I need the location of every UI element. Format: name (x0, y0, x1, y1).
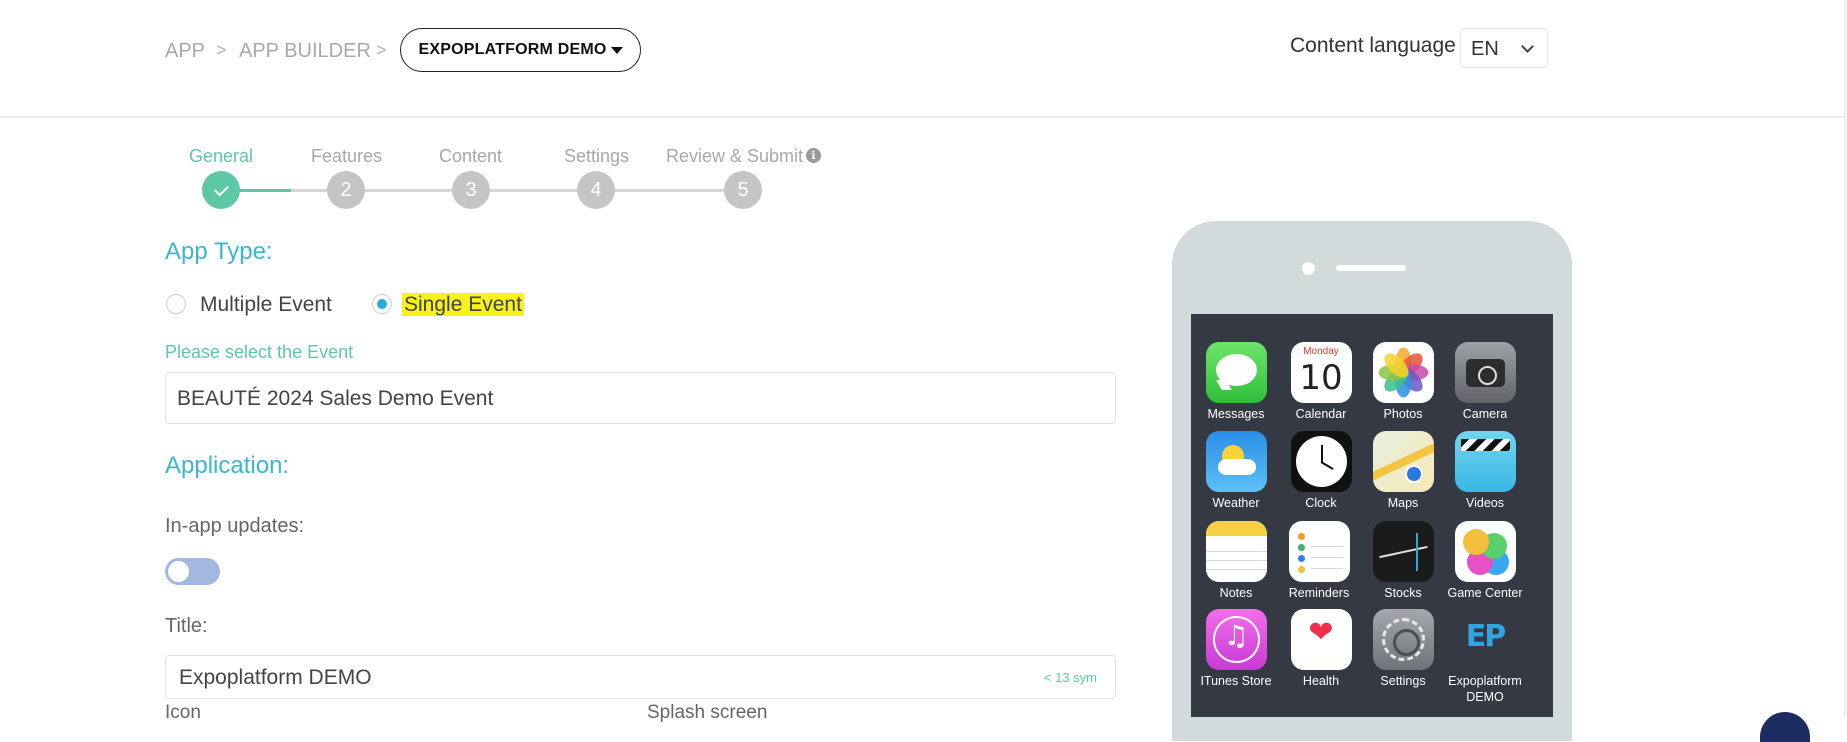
app-label: Calendar (1295, 407, 1347, 421)
step-label-review-submit[interactable]: Review & Submit (666, 146, 803, 167)
content-language-value: EN (1471, 38, 1499, 60)
top-bar: APP > APP BUILDER > EXPOPLATFORM DEMO Co… (0, 0, 1847, 118)
step-circle-content[interactable]: 3 (452, 171, 490, 209)
in-app-updates-toggle[interactable] (165, 558, 220, 585)
select-event-label: Please select the Event (165, 342, 354, 362)
app-notes: Notes (1194, 521, 1278, 601)
event-selector-label: EXPOPLATFORM DEMO (418, 41, 607, 58)
app-settings: Settings (1361, 609, 1445, 689)
application-title: Application: (165, 452, 290, 479)
reminders-icon (1288, 521, 1350, 582)
step-circle-features[interactable]: 2 (327, 171, 365, 209)
app-label: Expoplatform DEMO (1448, 674, 1522, 704)
event-select[interactable]: BEAUTÉ 2024 Sales Demo Event (165, 372, 1116, 424)
app-maps: Maps (1361, 431, 1445, 511)
caret-down-icon (610, 46, 623, 54)
game-center-icon (1454, 521, 1516, 582)
maps-icon (1372, 431, 1434, 492)
app-weather: Weather (1194, 431, 1278, 511)
app-label: Weather (1212, 496, 1260, 510)
app-photos: Photos (1361, 342, 1445, 422)
app-health: Health (1279, 609, 1363, 689)
app-label: ITunes Store (1200, 674, 1272, 688)
radio-multiple-event-label[interactable]: Multiple Event (200, 293, 332, 317)
step-label-settings[interactable]: Settings (564, 146, 629, 167)
title-label: Title: (165, 615, 208, 637)
app-camera: Camera (1443, 342, 1527, 422)
app-label: Camera (1462, 407, 1508, 421)
videos-icon (1454, 431, 1516, 492)
in-app-updates-label: In-app updates: (165, 515, 304, 537)
expoplatform-logo-icon: EP (1455, 609, 1516, 670)
app-expoplatform-demo: EP Expoplatform DEMO (1443, 609, 1527, 705)
step-label-content[interactable]: Content (439, 146, 502, 167)
app-label: Stocks (1384, 586, 1422, 600)
photos-flower (1378, 347, 1428, 398)
app-label: Messages (1207, 407, 1265, 421)
app-label: Photos (1383, 407, 1423, 421)
breadcrumb-separator: > (376, 40, 387, 60)
breadcrumb-app[interactable]: APP (165, 40, 205, 63)
phone-camera (1302, 262, 1315, 275)
app-label: Reminders (1288, 586, 1350, 600)
app-itunes-store: ITunes Store (1194, 609, 1278, 689)
splash-screen-label: Splash screen (647, 702, 768, 723)
app-messages: Messages (1194, 342, 1278, 422)
check-icon (213, 181, 229, 196)
radio-single-event-label[interactable]: Single Event (402, 293, 524, 317)
app-label: Game Center (1447, 586, 1523, 600)
highlighted-text: Single Event (402, 293, 524, 316)
weather-icon (1205, 431, 1267, 492)
calendar-icon: Monday 10 (1290, 342, 1352, 403)
app-label: Settings (1380, 674, 1426, 688)
radio-single-event[interactable] (372, 294, 392, 314)
event-select-value: BEAUTÉ 2024 Sales Demo Event (177, 387, 494, 410)
camera-icon (1454, 342, 1516, 403)
toggle-knob (168, 561, 189, 582)
calendar-day: Monday (1303, 346, 1339, 357)
radio-multiple-event[interactable] (166, 294, 186, 314)
step-circle-settings[interactable]: 4 (577, 171, 615, 209)
app-label: Maps (1387, 496, 1419, 510)
messages-icon (1205, 342, 1267, 403)
breadcrumb-app-builder[interactable]: APP BUILDER (239, 40, 371, 63)
scrollbar-track[interactable] (1843, 0, 1847, 717)
app-label: Health (1302, 674, 1340, 688)
app-label: Videos (1466, 496, 1504, 510)
title-input-value: Expoplatform DEMO (179, 666, 372, 689)
health-icon (1290, 609, 1352, 670)
app-clock: Clock (1279, 431, 1363, 511)
app-label: Clock (1305, 496, 1337, 510)
title-input[interactable]: Expoplatform DEMO < 13 sym (165, 655, 1116, 699)
stocks-icon (1372, 521, 1434, 582)
clock-icon (1290, 431, 1352, 492)
app-calendar: Monday 10 Calendar (1279, 342, 1363, 422)
breadcrumb-separator: > (216, 40, 227, 60)
icon-label: Icon (165, 702, 201, 723)
content-language-select[interactable]: EN (1460, 28, 1548, 68)
content-language-label: Content language (1290, 34, 1456, 57)
app-videos: Videos (1443, 431, 1527, 511)
itunes-store-icon (1205, 609, 1267, 670)
step-label-general[interactable]: General (189, 146, 253, 167)
app-label: Notes (1219, 586, 1253, 600)
settings-icon (1372, 609, 1434, 670)
phone-screen: Messages Monday 10 Calendar Photos Camer… (1191, 314, 1553, 717)
ep-logo-mark: EP (1465, 619, 1506, 654)
title-char-counter: < 13 sym (1043, 670, 1097, 685)
step-circle-review-submit[interactable]: 5 (724, 171, 762, 209)
step-label-features[interactable]: Features (311, 146, 382, 167)
calendar-date: 10 (1299, 358, 1343, 398)
step-circle-general[interactable] (202, 171, 240, 209)
phone-speaker (1336, 265, 1406, 271)
app-type-title: App Type: (165, 238, 273, 265)
notes-icon (1205, 521, 1267, 582)
event-selector-dropdown[interactable]: EXPOPLATFORM DEMO (400, 28, 641, 72)
app-reminders: Reminders (1277, 521, 1361, 601)
app-stocks: Stocks (1361, 521, 1445, 601)
photos-icon (1372, 342, 1434, 403)
info-icon[interactable]: i (806, 148, 821, 163)
chevron-down-icon (1521, 40, 1534, 53)
app-game-center: Game Center (1443, 521, 1527, 601)
